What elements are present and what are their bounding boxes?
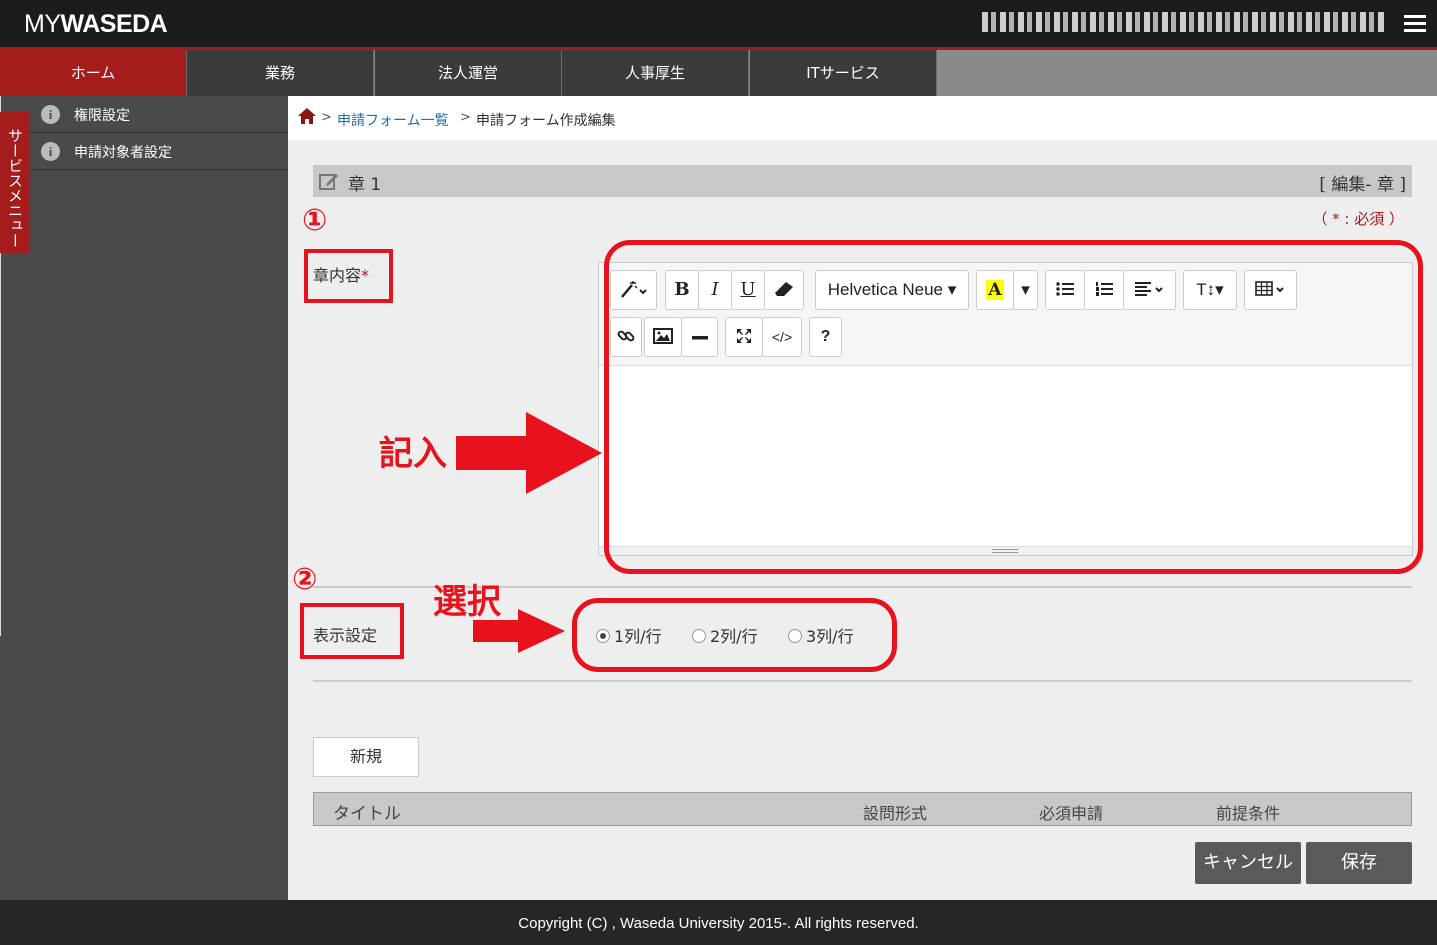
annotation-write-text: 記入 bbox=[379, 434, 447, 474]
info-icon: i bbox=[41, 105, 60, 124]
column-prerequisite: 前提条件 bbox=[1216, 804, 1281, 823]
new-question-button[interactable]: 新規 bbox=[313, 737, 419, 777]
column-required: 必須申請 bbox=[1039, 804, 1104, 823]
cancel-button[interactable]: キャンセル bbox=[1195, 842, 1301, 884]
logo-bold: WASEDA bbox=[60, 10, 168, 38]
nav-corporate[interactable]: 法人運営 bbox=[375, 50, 562, 96]
hamburger-menu-icon[interactable] bbox=[1404, 15, 1426, 33]
save-button[interactable]: 保存 bbox=[1306, 842, 1412, 884]
breadcrumb-form-list-link[interactable]: 申請フォーム一覧 bbox=[337, 110, 449, 130]
breadcrumb-separator: > bbox=[321, 110, 332, 125]
annotation-step-2: ② bbox=[292, 562, 318, 597]
site-logo[interactable]: MYWASEDA bbox=[24, 10, 168, 39]
questions-table-header: タイトル 設問形式 必須申請 前提条件 bbox=[313, 792, 1412, 826]
section-divider bbox=[313, 680, 1412, 682]
logo-thin: MY bbox=[24, 10, 61, 38]
annotation-oval-editor bbox=[604, 240, 1423, 574]
annotation-arrow-right-icon bbox=[473, 609, 565, 653]
home-icon[interactable] bbox=[298, 108, 316, 124]
annotation-oval-radio-group bbox=[572, 598, 897, 672]
top-header: MYWASEDA bbox=[0, 0, 1437, 47]
sidebar-item-label: 申請対象者設定 bbox=[74, 145, 172, 161]
annotation-box-display-label bbox=[300, 603, 404, 659]
sidebar-item-label: 権限設定 bbox=[74, 108, 130, 124]
info-icon: i bbox=[41, 142, 60, 161]
main-nav: ホーム 業務 法人運営 人事厚生 ITサービス bbox=[0, 50, 1437, 96]
edit-chapter-link[interactable]: [ 編集- 章 ] bbox=[1319, 170, 1406, 195]
breadcrumb-separator: > bbox=[460, 110, 471, 125]
main-content: > 申請フォーム一覧 > 申請フォーム作成編集 章 1 [ 編集- 章 ] （ … bbox=[288, 96, 1437, 900]
section-header: 章 1 [ 編集- 章 ] bbox=[313, 165, 1412, 197]
annotation-box-chapter-label bbox=[304, 249, 393, 303]
sidebar-item-permissions[interactable]: i 権限設定 bbox=[30, 96, 288, 133]
breadcrumb-current: 申請フォーム作成編集 bbox=[476, 113, 616, 129]
user-name-redacted bbox=[982, 12, 1387, 32]
breadcrumb: > 申請フォーム一覧 > 申請フォーム作成編集 bbox=[288, 96, 1437, 140]
nav-hr[interactable]: 人事厚生 bbox=[562, 50, 749, 96]
sidebar-item-applicants[interactable]: i 申請対象者設定 bbox=[30, 133, 288, 170]
nav-business[interactable]: 業務 bbox=[187, 50, 374, 96]
nav-home[interactable]: ホーム bbox=[0, 50, 187, 96]
column-question-type: 設問形式 bbox=[863, 804, 928, 823]
footer: Copyright (C) , Waseda University 2015-.… bbox=[0, 900, 1437, 945]
annotation-step-1: ① bbox=[302, 203, 328, 238]
edit-icon bbox=[319, 174, 338, 190]
nav-it-services[interactable]: ITサービス bbox=[750, 50, 937, 96]
service-menu-tab[interactable]: サービスメニュー bbox=[0, 112, 29, 253]
column-title: タイトル bbox=[333, 804, 401, 824]
annotation-arrow-right-icon bbox=[456, 412, 602, 494]
required-note: （ * : 必須 ） bbox=[1312, 210, 1404, 228]
sidebar: i 権限設定 i 申請対象者設定 bbox=[0, 96, 288, 900]
section-title: 章 1 bbox=[348, 175, 382, 195]
